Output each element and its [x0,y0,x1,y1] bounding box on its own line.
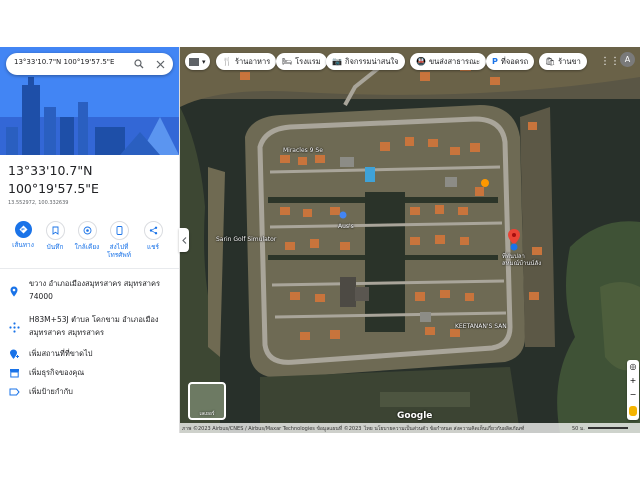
chip-parking[interactable]: P ที่จอดรถ [486,53,535,70]
chip-hotels[interactable]: 🛏 โรงแรม [276,53,327,70]
directions-button[interactable]: เส้นทาง [7,221,39,249]
imagery-attribution: ภาพ ©2023 Airbus/CNES / Airbus/Maxar Tec… [182,426,362,432]
chip-things-to-do[interactable]: 📷 กิจกรรมน่าสนใจ [326,53,405,70]
search-icon[interactable] [132,57,146,71]
layers-label: เลเยอร์ [199,411,215,417]
address-text: ขวาง อำเภอเมืองสมุทรสาคร สมุทรสาคร 74000 [29,279,161,301]
save-button[interactable]: บันทึก [39,221,71,251]
add-missing-place-label: เพิ่มสถานที่ที่ขาดไป [29,349,93,358]
divider [0,268,179,269]
chip-restaurants-label: ร้านอาหาร [234,56,271,66]
chip-hotels-label: โรงแรม [295,56,321,66]
map-type-toggle[interactable]: ▾ [185,53,210,70]
nearby-icon [77,221,97,240]
shopping-icon: 🛍 [545,57,556,66]
place-hero-image[interactable]: 13°33'10.7"N 100°19'57.5"E [0,47,179,155]
directions-icon [14,221,32,238]
add-business-label: เพิ่มธุรกิจของคุณ [29,368,85,377]
collapse-panel-button[interactable] [179,228,189,252]
share-icon [143,221,163,240]
camera-icon: 📷 [332,57,342,66]
google-logo: Google [397,411,433,421]
decimal-coordinates: 13.552972, 100.332639 [8,200,69,206]
address-row[interactable]: ขวาง อำเภอเมืองสมุทรสาคร สมุทรสาคร 74000 [0,277,179,307]
hotel-icon: 🛏 [282,57,293,66]
send-to-phone-button[interactable]: ส่งไปที่ โทรศัพท์ [103,221,135,259]
add-business-row[interactable]: เพิ่มธุรกิจของคุณ [0,366,179,382]
scale-bar [588,427,628,429]
zoom-out-icon[interactable]: − [627,390,639,399]
longitude-title: 100°19'57.5"E [8,181,99,196]
zoom-in-icon[interactable]: + [627,376,639,385]
my-location-icon[interactable]: ◎ [627,362,639,371]
parking-icon: P [492,57,498,66]
map-label-keetanan[interactable]: KEETANAN'S SAN [455,323,507,330]
directions-label: เส้นทาง [12,241,34,249]
scale-label[interactable]: 50 ม. [572,425,585,433]
share-label: แชร์ [146,243,160,251]
add-label-row[interactable]: เพิ่มป้ายกำกับ [0,385,179,401]
chip-shopping-label: ร้านขา [558,56,581,66]
map-controls: ◎ + − [627,360,639,420]
map-label-sarin[interactable]: Sarin Golf Simulator [216,236,276,243]
save-label: บันทึก [46,243,64,251]
maps-app: 13°33'10.7"N 100°19'57.5"E 13°33'10.7"N … [0,47,640,433]
pegman-icon[interactable] [629,406,637,416]
nearby-label: ใกล้เคียง [74,243,100,251]
map-label-pin[interactable]: ที่พันปลา สหมณ์บ้านน์ลัง [502,253,541,267]
label-icon [8,386,20,398]
latitude-title: 13°33'10.7"N [8,163,93,178]
satellite-map[interactable]: Miracles 9 Se Aus's Sarin Golf Simulator… [180,47,640,433]
close-icon[interactable] [153,57,167,71]
restaurant-icon: 🍴 [222,57,232,66]
add-missing-place-row[interactable]: เพิ่มสถานที่ที่ขาดไป [0,347,179,363]
footer-links[interactable]: ไทย นโยบายความเป็นส่วนตัว ข้อกำหนด ส่งคว… [364,425,524,433]
chip-shopping[interactable]: 🛍 ร้านขา [539,53,587,70]
map-grid-icon [189,57,199,66]
store-icon [8,367,20,379]
nearby-button[interactable]: ใกล้เคียง [71,221,103,251]
dropdown-arrow-icon: ▾ [202,57,206,66]
apps-grid-icon[interactable]: ⋮⋮ [600,56,620,67]
location-pin-icon [8,285,20,297]
search-box[interactable]: 13°33'10.7"N 100°19'57.5"E [6,53,173,75]
map-footer: ภาพ ©2023 Airbus/CNES / Airbus/Maxar Tec… [180,423,640,433]
add-label-label: เพิ่มป้ายกำกับ [29,387,73,396]
bookmark-icon [45,221,65,240]
plus-code-row[interactable]: H83M+53J ตำบล โคกขาม อำเภอเมืองสมุทรสาคร… [0,313,179,343]
side-panel: 13°33'10.7"N 100°19'57.5"E 13°33'10.7"N … [0,47,180,433]
search-input[interactable]: 13°33'10.7"N 100°19'57.5"E [14,58,114,66]
plus-code-icon [8,321,20,333]
send-to-phone-label: ส่งไปที่ โทรศัพท์ [107,243,131,259]
chip-restaurants[interactable]: 🍴 ร้านอาหาร [216,53,277,70]
chip-transit[interactable]: 🚇 ขนส่งสาธารณะ [410,53,487,70]
map-label-aus[interactable]: Aus's [338,223,354,230]
chip-transit-label: ขนส่งสาธารณะ [428,56,481,66]
chevron-left-icon [181,236,186,244]
map-label-miracles[interactable]: Miracles 9 Se [283,147,323,154]
plus-code-text: H83M+53J ตำบล โคกขาม อำเภอเมืองสมุทรสาคร… [29,315,159,337]
transit-icon: 🚇 [416,57,426,66]
share-button[interactable]: แชร์ [137,221,169,251]
chip-parking-label: ที่จอดรถ [500,56,529,66]
layers-button[interactable]: เลเยอร์ [188,382,226,420]
chip-things-to-do-label: กิจกรรมน่าสนใจ [344,56,399,66]
account-avatar[interactable]: A [620,52,635,67]
phone-icon [109,221,129,240]
add-place-icon [8,348,20,360]
